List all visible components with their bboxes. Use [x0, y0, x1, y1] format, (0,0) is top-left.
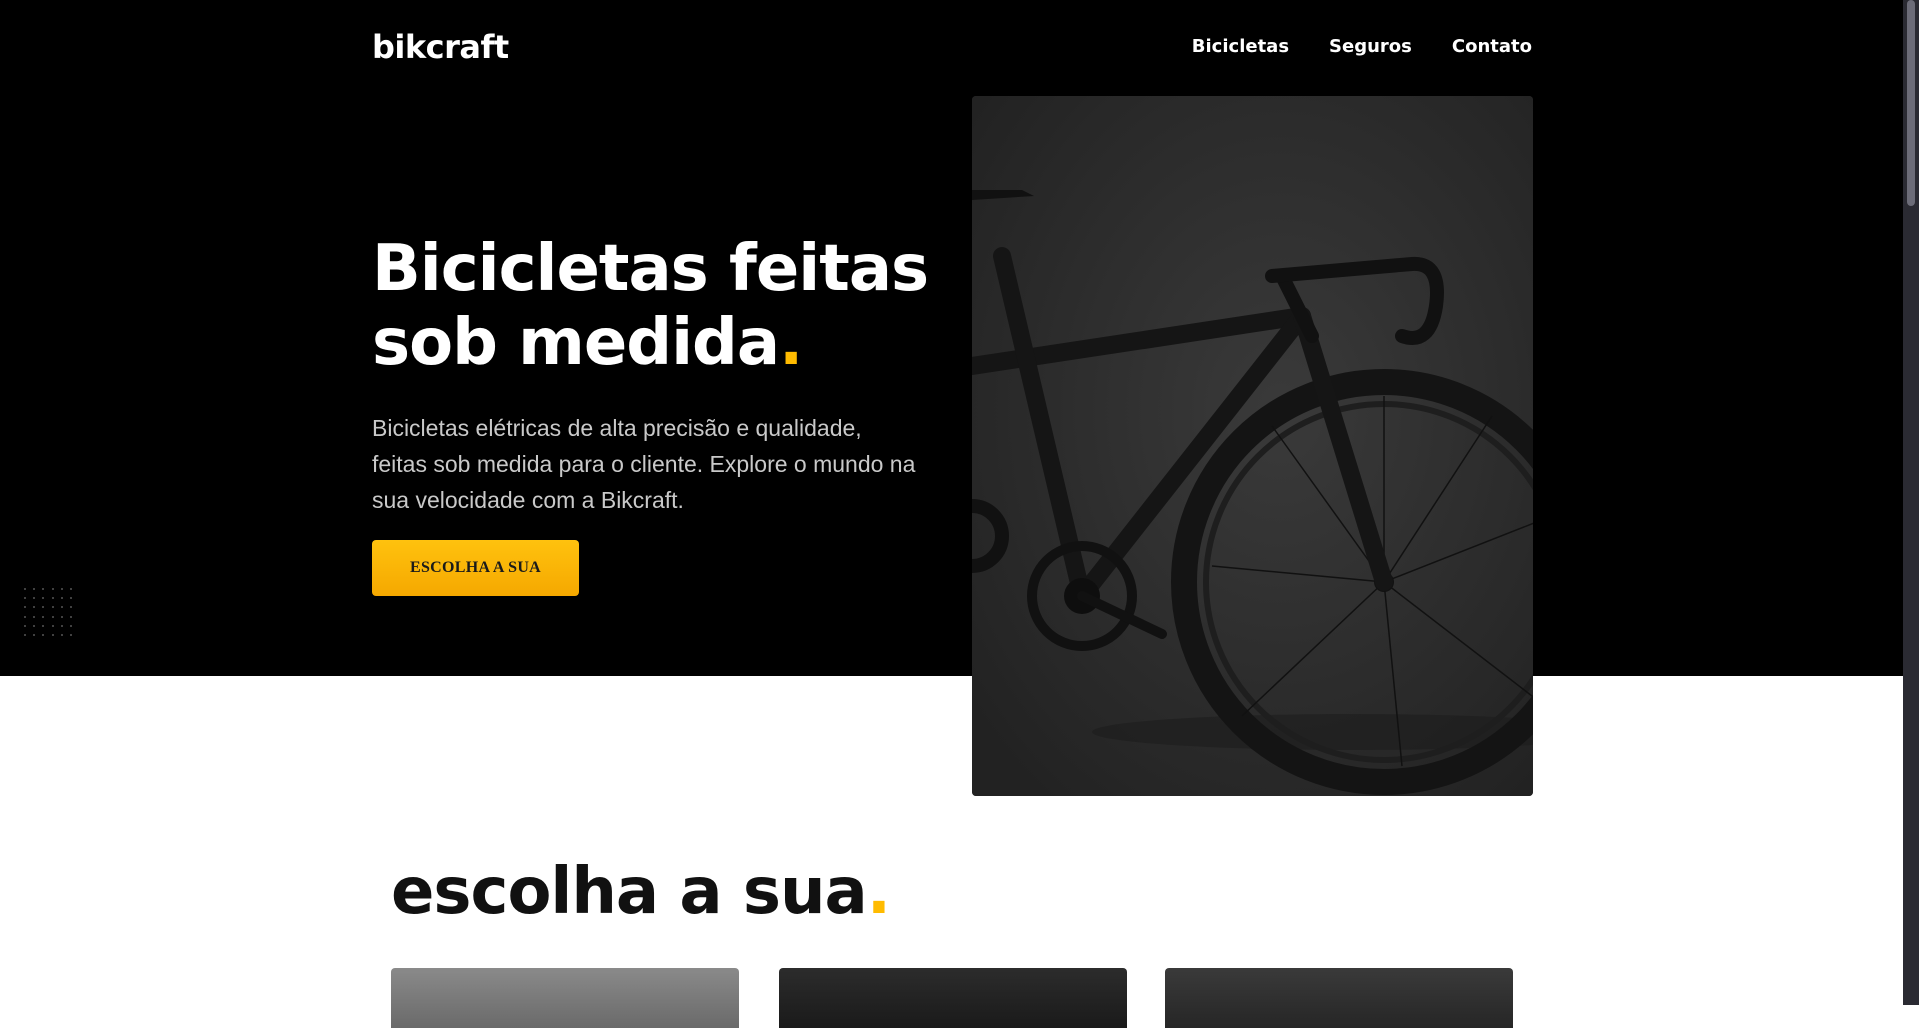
hero-title: Bicicletas feitas sob medida.	[372, 232, 932, 380]
section-title-text: escolha a sua	[391, 855, 868, 929]
hero-title-dot: .	[779, 306, 803, 380]
bike-card-1[interactable]	[391, 968, 739, 1028]
page-scrollbar[interactable]	[1903, 0, 1919, 1005]
main-nav: Bicicletas Seguros Contato	[1192, 36, 1532, 57]
hero-title-line-2: sob medida.	[372, 306, 932, 380]
hero-title-line-2-text: sob medida	[372, 306, 780, 380]
nav-link-bicicletas[interactable]: Bicicletas	[1192, 36, 1289, 57]
nav-link-contato[interactable]: Contato	[1452, 36, 1532, 57]
hero-bicycle-image	[972, 96, 1533, 796]
bike-card-3[interactable]	[1165, 968, 1513, 1028]
nav-link-seguros[interactable]: Seguros	[1329, 36, 1412, 57]
bicycle-image	[972, 96, 1533, 796]
hero-title-line-1: Bicicletas feitas	[372, 232, 929, 306]
hero-background	[0, 0, 1903, 676]
hero-description: Bicicletas elétricas de alta precisão e …	[372, 415, 916, 513]
choose-yours-button[interactable]: ESCOLHA A SUA	[372, 540, 579, 596]
section-title: escolha a sua.	[391, 850, 891, 934]
section-title-dot: .	[866, 855, 891, 929]
logo[interactable]: bikcraft	[372, 28, 509, 66]
bike-card-2[interactable]	[779, 968, 1127, 1028]
decorative-dots	[20, 584, 76, 640]
scrollbar-thumb[interactable]	[1907, 0, 1915, 206]
